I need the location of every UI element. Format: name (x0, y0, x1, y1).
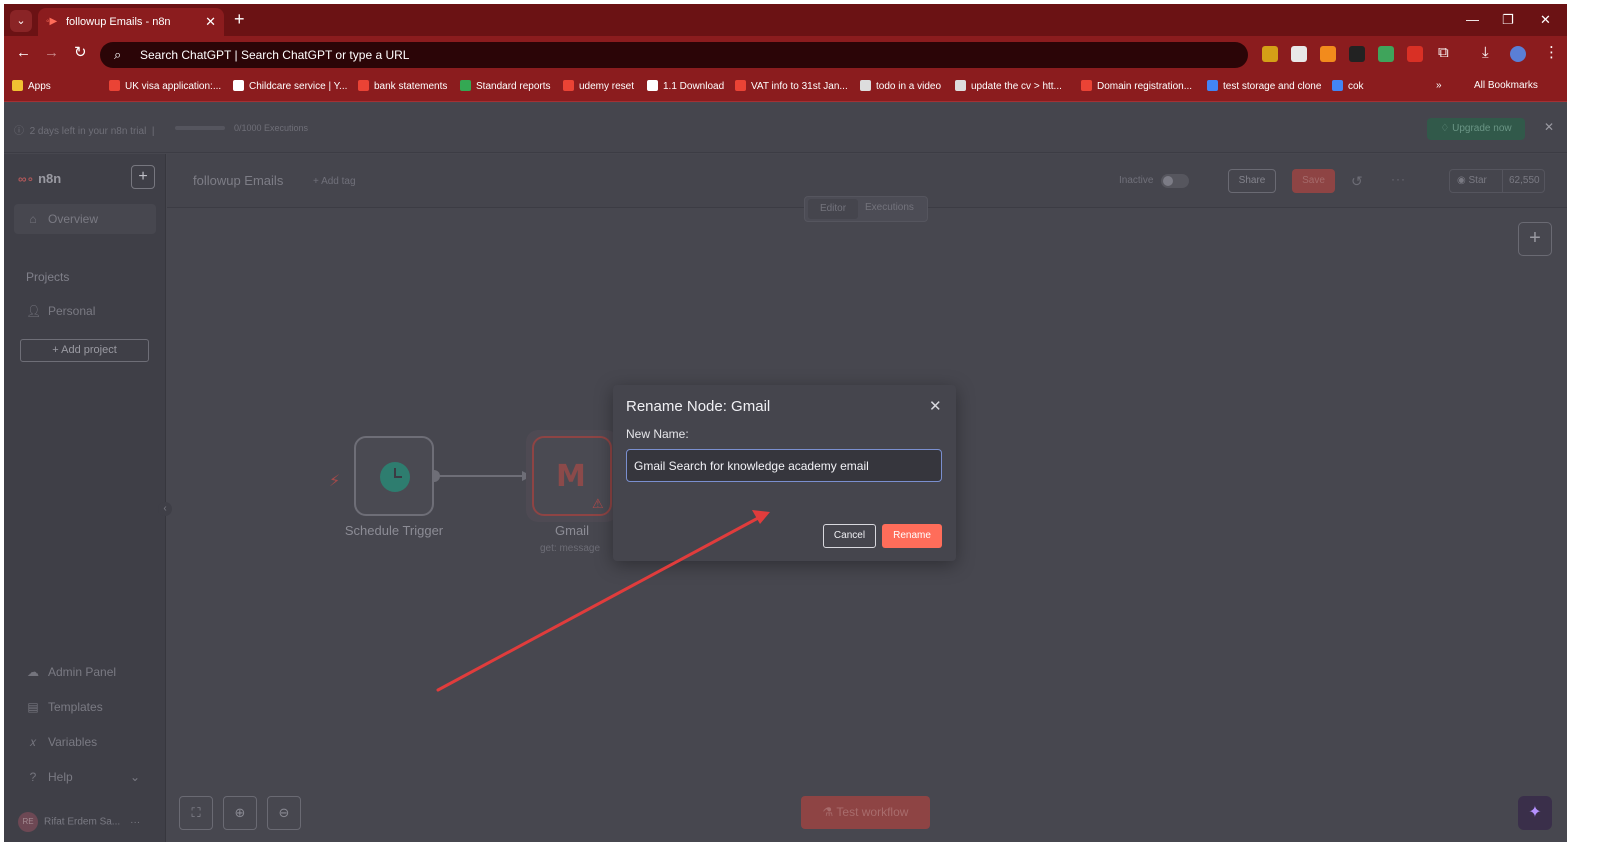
schedule-trigger-node[interactable] (354, 436, 434, 516)
test-workflow-button[interactable]: ⚗ Test workflow (801, 796, 930, 829)
gmail-node[interactable]: M ⚠ (532, 436, 612, 516)
cancel-button[interactable]: Cancel (823, 524, 876, 548)
new-name-input[interactable] (626, 449, 942, 482)
browser-window: ⌄ ◦▶ followup Emails - n8n ✕ + — ❐ ✕ ← →… (4, 4, 1567, 842)
rename-node-dialog: Rename Node: Gmail ✕ New Name: Cancel Re… (613, 385, 956, 561)
rename-button[interactable]: Rename (882, 524, 942, 548)
node-subtitle: get: message (540, 543, 601, 554)
node-label: Gmail (555, 523, 589, 538)
fit-view-icon[interactable]: ⛶ (179, 796, 213, 830)
zoom-out-icon[interactable]: ⊖ (267, 796, 301, 830)
warning-icon: ⚠ (592, 496, 604, 511)
clock-icon (380, 462, 410, 492)
dialog-close-icon[interactable]: ✕ (929, 397, 942, 415)
dialog-title: Rename Node: Gmail (626, 398, 771, 415)
trigger-bolt-icon: ⚡ (329, 471, 340, 490)
zoom-in-icon[interactable]: ⊕ (223, 796, 257, 830)
ai-assistant-icon[interactable]: ✦ (1518, 796, 1552, 830)
gmail-icon: M (556, 459, 586, 494)
node-label: Schedule Trigger (344, 523, 444, 538)
new-name-label: New Name: (626, 427, 689, 441)
